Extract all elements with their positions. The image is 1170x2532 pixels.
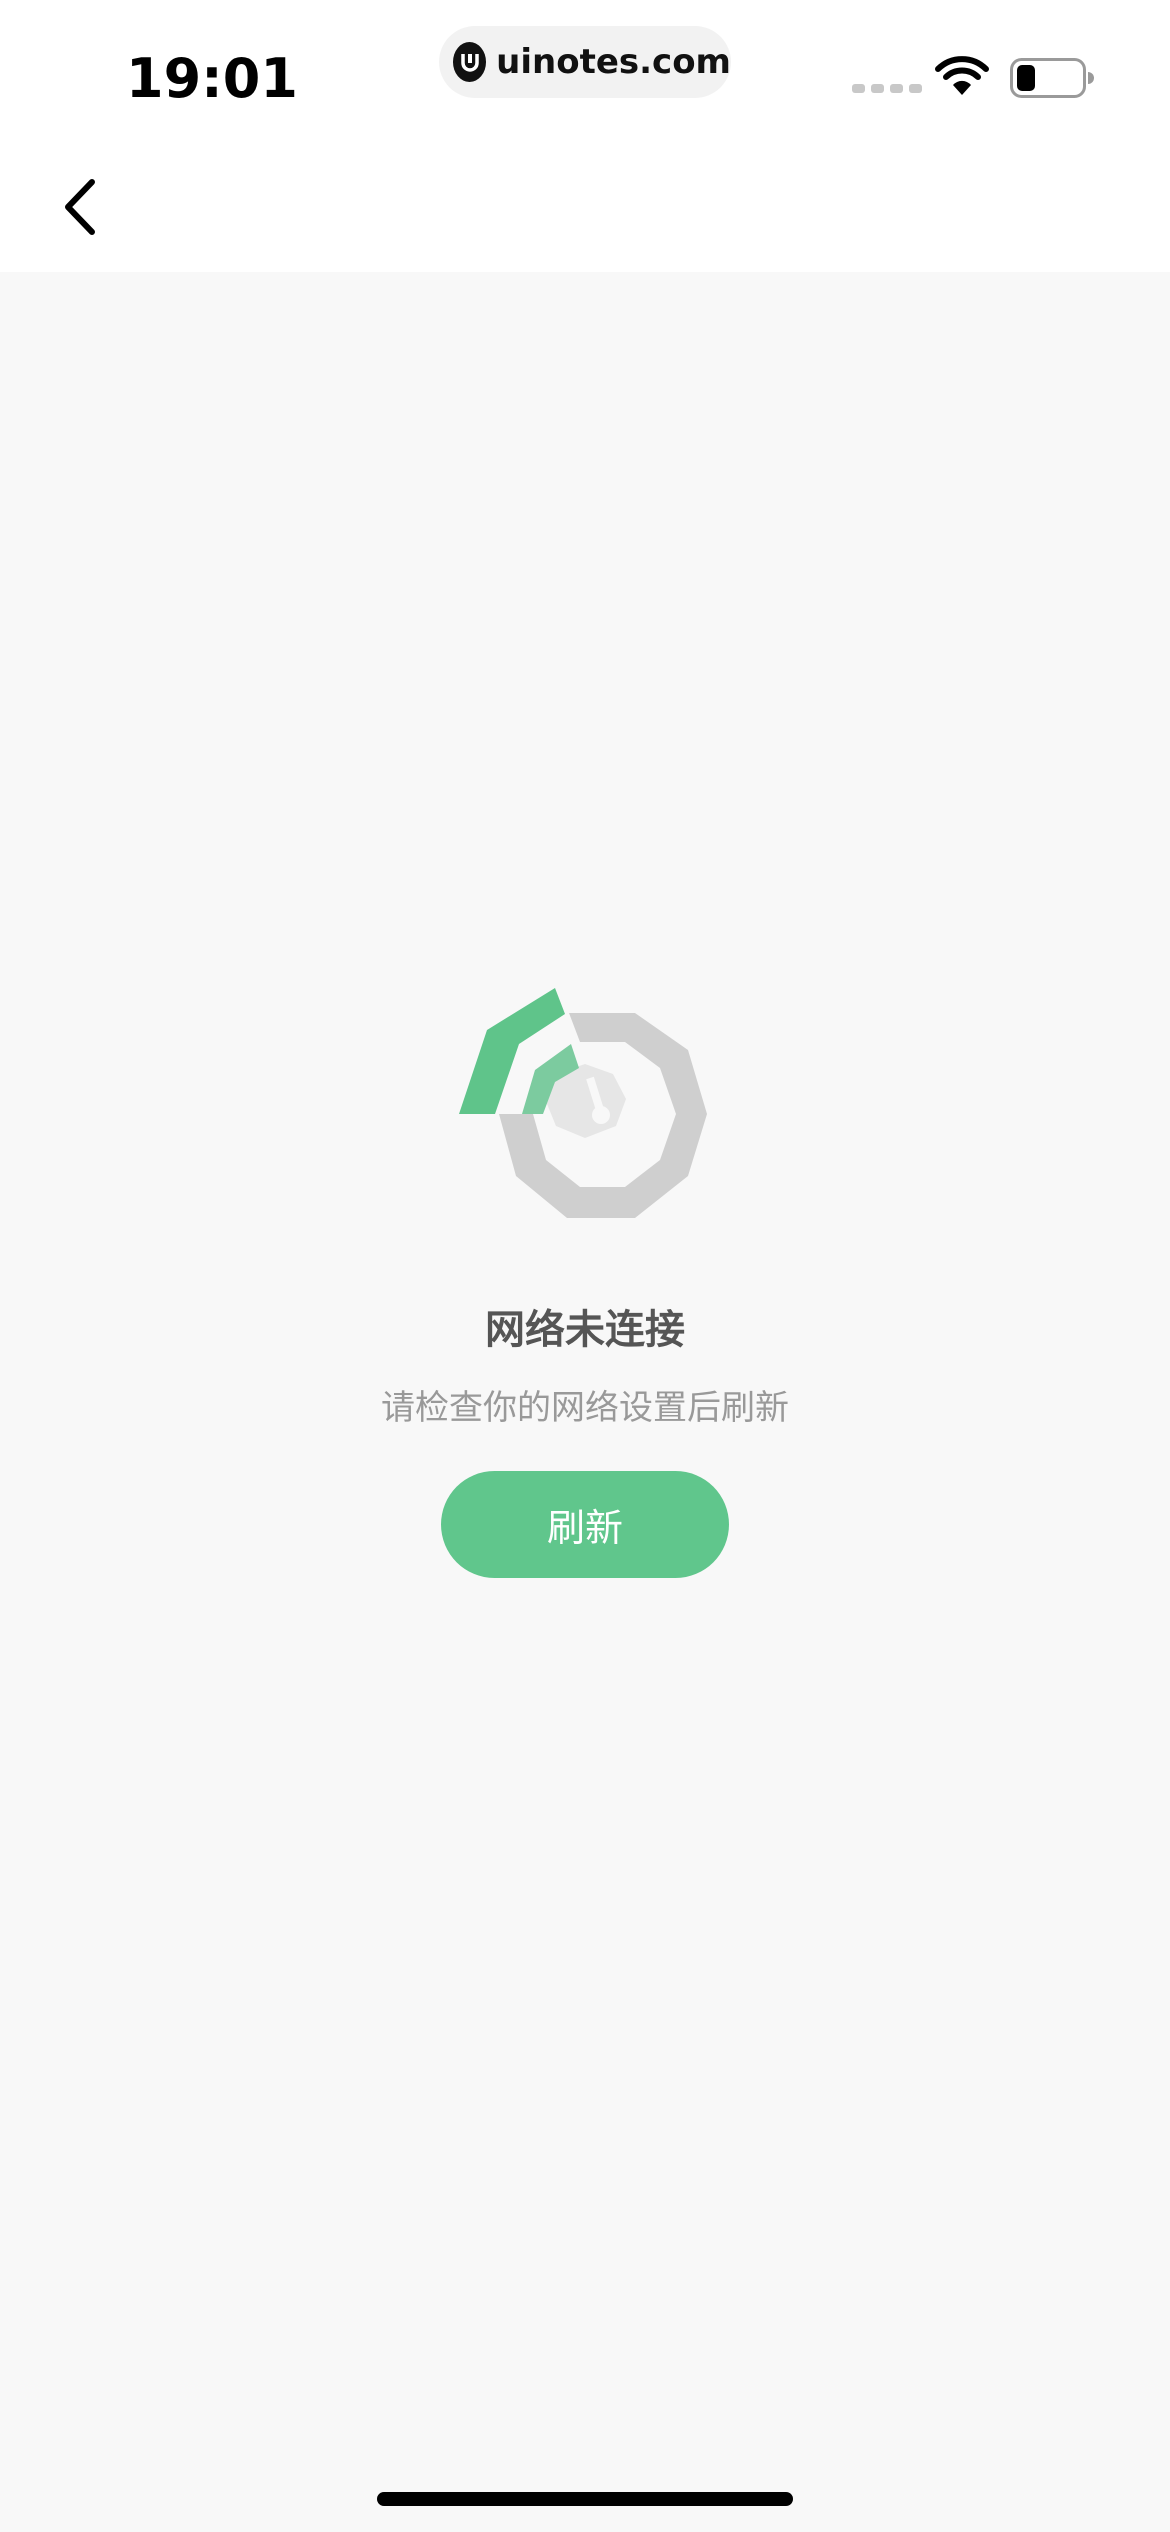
wifi-icon [935, 55, 989, 101]
home-indicator[interactable] [377, 2492, 793, 2506]
empty-state-subtitle: 请检查你的网络设置后刷新 [381, 1388, 789, 1428]
no-network-illustration [455, 978, 715, 1232]
screen: 19:01 uinotes.com 网络未连接 请检查你的网络设置后刷新 刷新 [0, 0, 1170, 2532]
header: 19:01 uinotes.com [0, 0, 1170, 272]
site-logo-icon [453, 42, 487, 82]
url-pill[interactable]: uinotes.com [439, 26, 731, 98]
back-button[interactable] [50, 172, 110, 242]
battery-icon [1010, 58, 1094, 102]
status-time: 19:01 [126, 47, 298, 110]
chevron-left-icon [65, 179, 95, 235]
cellular-signal-icon [852, 84, 922, 93]
empty-state-title: 网络未连接 [485, 1307, 685, 1353]
refresh-button[interactable]: 刷新 [441, 1471, 729, 1578]
url-text: uinotes.com [496, 42, 731, 82]
